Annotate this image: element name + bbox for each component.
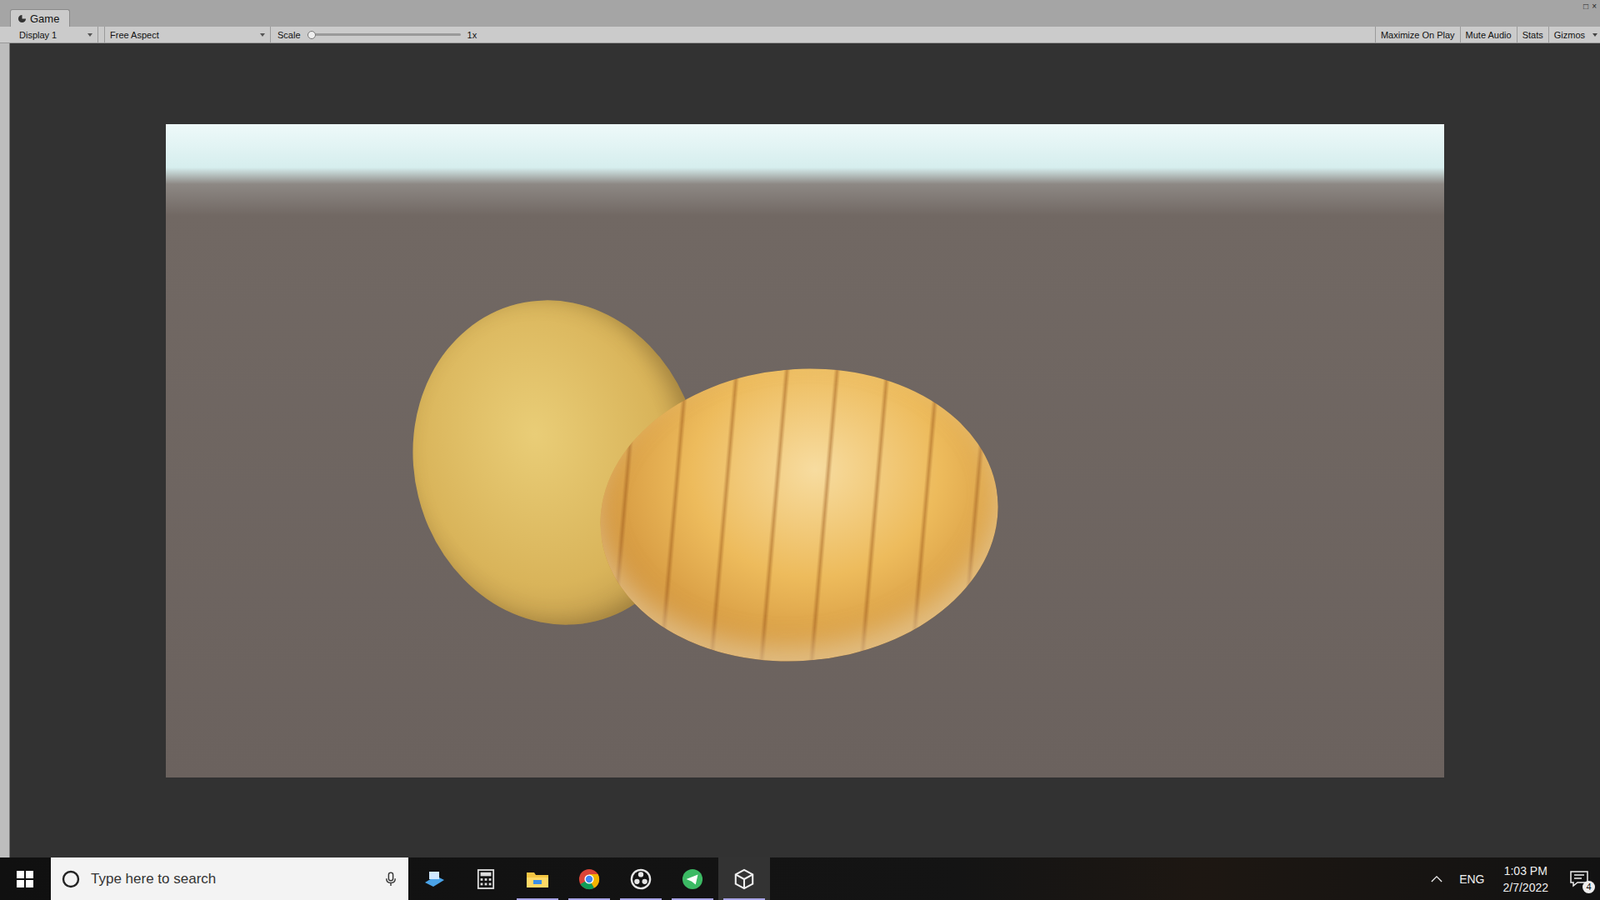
telegram-icon [681,868,704,890]
search-circle-icon [60,869,81,890]
unity-icon [733,868,755,890]
search-box[interactable]: Type here to search [50,857,409,900]
slider-track [307,33,461,36]
taskbar-app[interactable] [511,857,564,900]
taskbar-app[interactable] [615,857,667,900]
toggle-button[interactable]: Gizmos [1548,26,1590,43]
tab-strip: Game □× [0,0,1600,27]
updown-icon [260,33,265,37]
scale-control: Scale 1x [270,29,477,41]
windows-logo-icon [16,870,34,888]
taskbar-app[interactable] [563,857,615,900]
scale-value: 1x [467,30,478,40]
taskbar-app[interactable] [666,857,719,900]
taskbar-app[interactable] [460,857,512,900]
running-indicator [723,898,765,900]
updown-icon [87,33,93,37]
gizmos-dropdown[interactable] [1590,26,1600,43]
dropdown-arrow-icon [1592,33,1598,37]
slider-thumb[interactable] [307,30,316,40]
date: 2/7/2022 [1503,879,1550,896]
start-button[interactable] [0,857,50,900]
viewport [10,43,1600,858]
toggle-button[interactable]: Stats [1516,26,1549,43]
tab-label: Game [30,12,60,25]
notification-count: 4 [1582,880,1595,894]
calculator-icon [476,868,495,890]
game-render[interactable] [165,124,1445,778]
running-indicator [620,898,662,900]
notification-center[interactable]: 4 [1558,857,1600,900]
running-indicator [568,898,610,900]
window-controls: □× [1580,0,1600,14]
game-view-icon [17,14,27,24]
clock[interactable]: 1:03 PM2/7/2022 [1493,857,1560,900]
aspect-label: Free Aspect [110,30,160,40]
display-dropdown[interactable]: Display 1 [14,26,99,43]
obs-icon [630,868,652,890]
time: 1:03 PM [1504,862,1548,880]
chevron-up-icon [1430,875,1443,883]
desktop-app-icon [422,867,446,891]
chrome-icon [578,868,600,890]
taskbar-spacer [770,857,1423,900]
taskbar: Type here to searchENG1:03 PM2/7/20224 [0,857,1600,900]
microphone-icon[interactable] [385,871,397,887]
aspect-dropdown[interactable]: Free Aspect [104,26,271,43]
toggle-button[interactable]: Maximize On Play [1375,26,1460,43]
side-panel-edge [0,43,10,858]
tray-expand[interactable] [1422,857,1451,900]
window-control[interactable]: □ [1583,1,1589,12]
language-indicator[interactable]: ENG [1450,857,1493,900]
toggle-button[interactable]: Mute Audio [1460,26,1517,43]
display-label: Display 1 [19,30,57,40]
taskbar-app[interactable] [408,857,460,900]
window-control[interactable]: × [1591,1,1597,12]
running-indicator [671,898,714,900]
folder-icon [525,869,550,890]
scale-label: Scale [277,30,301,40]
running-indicator [516,898,559,900]
screen: Game □× Display 1 Free Aspect Scale 1x Maximiz… [0,0,1600,900]
toolbar: Display 1 Free Aspect Scale 1x Maximize On P… [0,26,1600,44]
scale-slider[interactable] [307,29,461,41]
search-placeholder: Type here to search [90,870,375,888]
game-window: Game □× Display 1 Free Aspect Scale 1x Maximiz… [0,0,1600,858]
taskbar-app[interactable] [718,857,770,900]
tab[interactable]: Game [10,9,70,27]
game-area [0,43,1600,858]
